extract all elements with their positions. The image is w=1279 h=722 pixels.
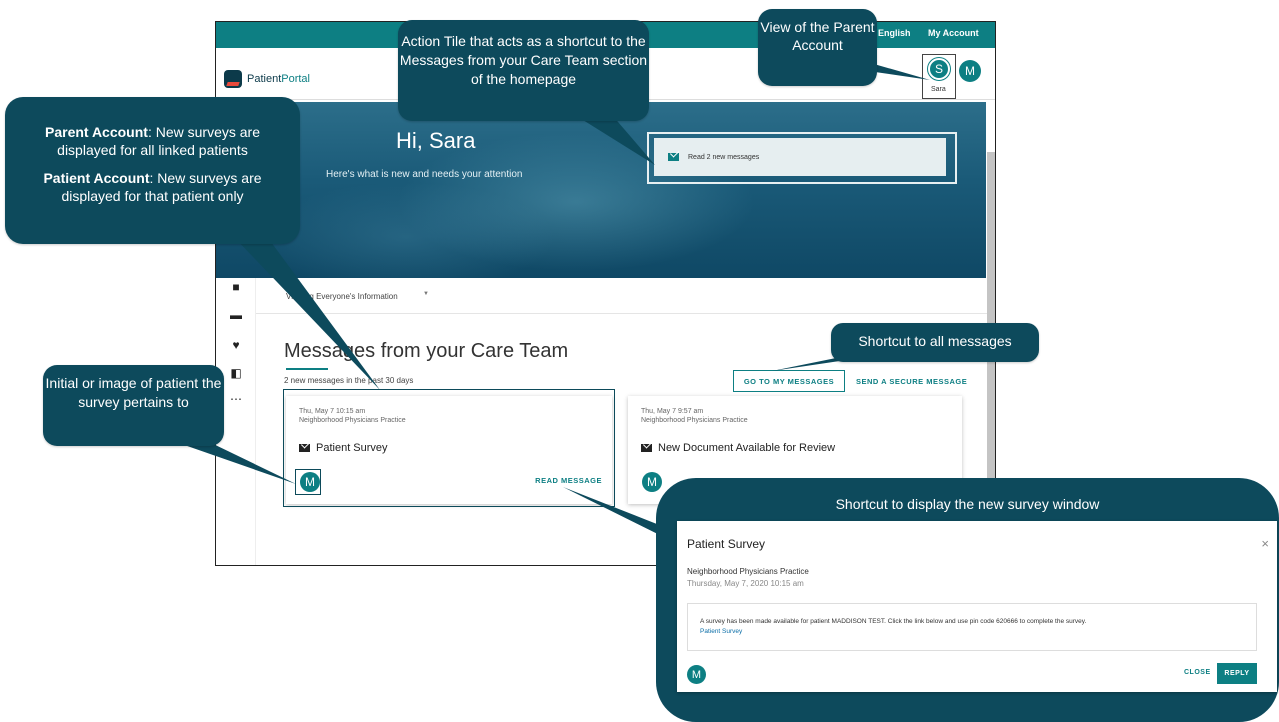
callout-action-tile: Action Tile that acts as a shortcut to t…: [398, 20, 649, 121]
patient-account-label: Patient Account: [43, 170, 150, 186]
modal-date: Thursday, May 7, 2020 10:15 am: [687, 579, 804, 588]
parent-account-label: Parent Account: [45, 124, 148, 140]
survey-modal: Patient Survey × Neighborhood Physicians…: [677, 521, 1277, 692]
modal-title: Patient Survey: [687, 537, 766, 551]
modal-org: Neighborhood Physicians Practice: [687, 567, 809, 576]
pointer-action-tile: [575, 115, 655, 165]
survey-link[interactable]: Patient Survey: [700, 628, 1244, 635]
patient-avatar: M: [687, 665, 706, 684]
callout-shortcut-all: Shortcut to all messages: [831, 323, 1039, 362]
callout-initial-image: Initial or image of patient the survey p…: [43, 365, 224, 446]
callout-parent-view: View of the Parent Account: [758, 9, 877, 86]
callout-survey-title: Shortcut to display the new survey windo…: [835, 496, 1100, 512]
callout-accounts: Parent Account: New surveys are displaye…: [5, 97, 300, 244]
pointer-accounts: [235, 238, 380, 390]
reply-button[interactable]: REPLY: [1217, 663, 1257, 684]
close-button[interactable]: CLOSE: [1184, 669, 1211, 676]
close-icon[interactable]: ×: [1261, 536, 1269, 551]
modal-body: A survey has been made available for pat…: [687, 603, 1257, 651]
annotated-screenshot: ⊕ English My Account PatientPortal S Sar…: [0, 0, 1279, 722]
modal-body-text: A survey has been made available for pat…: [700, 618, 1087, 625]
pointer-initial: [170, 440, 296, 484]
